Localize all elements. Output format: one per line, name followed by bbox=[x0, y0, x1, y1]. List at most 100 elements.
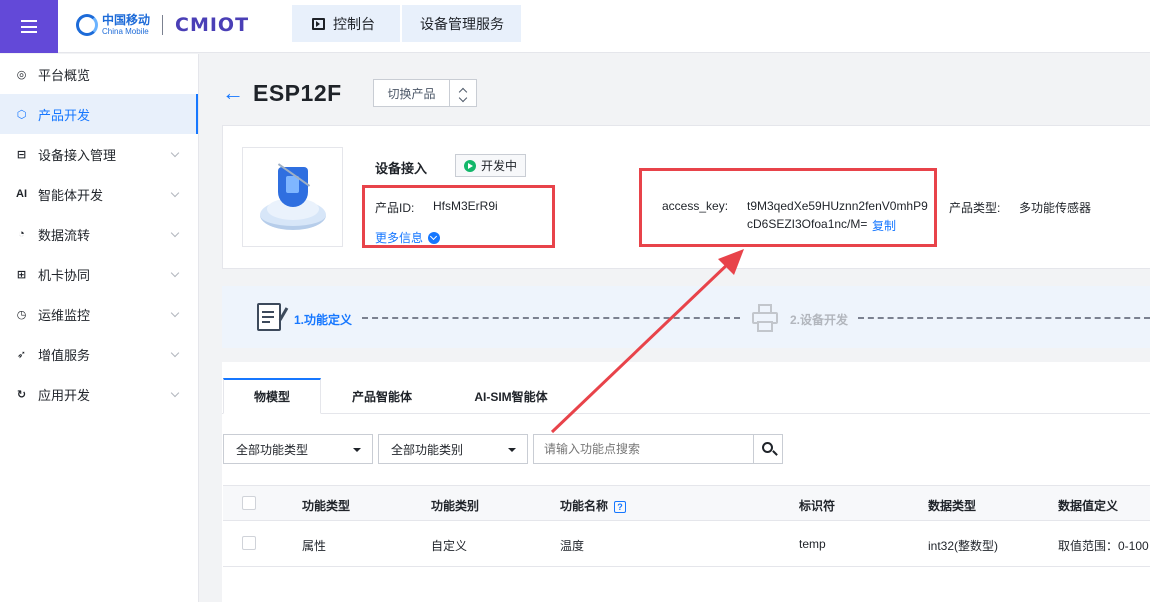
select-value: 全部功能类型 bbox=[236, 442, 309, 457]
sidebar-item-label: 平台概览 bbox=[38, 67, 91, 83]
column-header-function-name: 功能名称? bbox=[560, 497, 627, 514]
sidebar-item-label: 运维监控 bbox=[38, 307, 91, 323]
tab-ai-sim-agent[interactable]: AI-SIM智能体 bbox=[450, 378, 572, 414]
play-status-icon bbox=[464, 159, 476, 172]
logo[interactable]: 中国移动 China Mobile CMIOT bbox=[76, 10, 249, 40]
sidebar-item-label: 智能体开发 bbox=[38, 187, 104, 203]
sidebar-item-device-access[interactable]: ⊟ 设备接入管理 bbox=[0, 134, 198, 174]
breadcrumb-console[interactable]: 控制台 bbox=[292, 5, 400, 42]
sidebar-item-app-dev[interactable]: ↻ 应用开发 bbox=[0, 374, 198, 414]
sidebar-item-label: 产品开发 bbox=[38, 107, 91, 123]
column-header-function-category[interactable]: 功能类别 bbox=[431, 497, 479, 514]
chevron-down-icon bbox=[170, 148, 180, 158]
table-row[interactable] bbox=[223, 521, 1150, 567]
product-name: ESP12F bbox=[253, 80, 342, 106]
chevron-down-icon bbox=[170, 188, 180, 198]
column-header-data-type[interactable]: 数据类型 bbox=[928, 497, 976, 514]
sidebar-item-data-flow[interactable]: ◔ 数据流转 bbox=[0, 214, 198, 254]
breadcrumb-label: 设备管理服务 bbox=[420, 15, 504, 32]
chevron-down-icon bbox=[170, 268, 180, 278]
function-search-input[interactable] bbox=[533, 434, 754, 464]
back-arrow-icon[interactable]: ← bbox=[222, 82, 244, 104]
tab-thing-model[interactable]: 物模型 bbox=[223, 378, 321, 414]
help-icon[interactable]: ? bbox=[614, 500, 627, 513]
column-header-function-type[interactable]: 功能类型 bbox=[302, 497, 350, 514]
sidebar-item-ops-monitor[interactable]: ◷ 运维监控 bbox=[0, 294, 198, 334]
sidebar-item-label: 数据流转 bbox=[38, 227, 91, 243]
printer-icon bbox=[752, 304, 778, 332]
logo-en: China Mobile bbox=[102, 27, 149, 36]
caret-down-icon bbox=[353, 448, 361, 452]
cube-icon: ⬡ bbox=[16, 108, 27, 121]
app-dev-icon: ↻ bbox=[16, 388, 27, 401]
tab-label: 产品智能体 bbox=[351, 389, 412, 404]
sidebar-item-label: 增值服务 bbox=[38, 347, 91, 363]
search-button[interactable] bbox=[753, 434, 783, 464]
console-icon bbox=[312, 17, 325, 30]
platform-icon: ◎ bbox=[16, 68, 27, 81]
chevron-down-icon bbox=[170, 348, 180, 358]
cmiot-logo: CMIOT bbox=[175, 14, 250, 36]
step-function-definition[interactable]: 1.功能定义 bbox=[294, 311, 352, 328]
row-checkbox[interactable] bbox=[242, 536, 256, 550]
highlight-box-access-key bbox=[639, 168, 937, 247]
column-header-value-definition[interactable]: 数据值定义 bbox=[1058, 497, 1118, 514]
monitor-icon: ◷ bbox=[16, 308, 27, 321]
sidebar-item-label: 应用开发 bbox=[38, 387, 91, 403]
china-mobile-swirl-icon bbox=[76, 14, 98, 36]
chevron-down-icon bbox=[170, 388, 180, 398]
product-type-value: 多功能传感器 bbox=[1019, 201, 1092, 215]
chevron-down-icon bbox=[170, 228, 180, 238]
sidebar-item-ai-dev[interactable]: AI 智能体开发 bbox=[0, 174, 198, 214]
sidebar-item-product-dev[interactable]: ⬡ 产品开发 bbox=[0, 94, 198, 134]
edit-document-icon bbox=[257, 303, 281, 331]
cell-value-definition: 取值范围：0-100 bbox=[1058, 539, 1149, 553]
select-all-checkbox[interactable] bbox=[242, 496, 256, 510]
logo-divider bbox=[162, 15, 164, 35]
tab-product-agent[interactable]: 产品智能体 bbox=[331, 378, 433, 414]
breadcrumb-label: 控制台 bbox=[333, 15, 375, 32]
cell-function-name: 温度 bbox=[560, 539, 585, 553]
cell-function-type: 属性 bbox=[302, 539, 327, 553]
switch-product-button[interactable]: 切换产品 bbox=[373, 79, 477, 107]
ai-icon: AI bbox=[16, 188, 27, 200]
cell-data-type: int32(整数型) bbox=[928, 539, 999, 553]
tab-label: 物模型 bbox=[253, 390, 290, 404]
step-connector bbox=[858, 317, 1150, 319]
function-category-select[interactable]: 全部功能类别 bbox=[378, 434, 528, 464]
caret-down-icon bbox=[508, 448, 516, 452]
step-connector bbox=[362, 317, 740, 319]
column-header-identifier[interactable]: 标识符 bbox=[799, 497, 835, 514]
sidebar-item-platform-overview[interactable]: ◎ 平台概览 bbox=[0, 54, 198, 94]
cell-function-category: 自定义 bbox=[431, 539, 468, 553]
switch-product-label: 切换产品 bbox=[374, 80, 450, 106]
hamburger-icon bbox=[21, 20, 37, 33]
card-sync-icon: ⊞ bbox=[16, 268, 27, 281]
logo-cn: 中国移动 bbox=[102, 13, 151, 27]
value-added-icon: ➶ bbox=[16, 348, 27, 361]
highlight-box-product-id bbox=[362, 185, 555, 248]
step-device-development[interactable]: 2.设备开发 bbox=[790, 311, 848, 328]
column-header-label[interactable]: 功能名称 bbox=[560, 499, 608, 513]
table-header bbox=[223, 485, 1150, 521]
product-image bbox=[242, 147, 343, 247]
china-mobile-logo: 中国移动 China Mobile bbox=[76, 14, 150, 36]
sidebar-item-label: 机卡协同 bbox=[38, 267, 91, 283]
tab-label: AI-SIM智能体 bbox=[474, 389, 548, 404]
sidebar-item-value-added[interactable]: ➶ 增值服务 bbox=[0, 334, 198, 374]
product-type-label: 产品类型: bbox=[949, 201, 1001, 215]
sidebar: ◎ 平台概览 ⬡ 产品开发 ⊟ 设备接入管理 AI 智能体开发 ◔ 数据流转 ⊞… bbox=[0, 54, 199, 602]
select-value: 全部功能类别 bbox=[391, 442, 464, 457]
sidebar-item-card-sync[interactable]: ⊞ 机卡协同 bbox=[0, 254, 198, 294]
device-access-label: 设备接入 bbox=[375, 161, 428, 176]
top-bar: 中国移动 China Mobile CMIOT 控制台 设备管理服务 bbox=[0, 0, 1150, 53]
data-flow-icon: ◔ bbox=[18, 228, 25, 240]
status-badge: 开发中 bbox=[455, 154, 526, 177]
function-type-select[interactable]: 全部功能类型 bbox=[223, 434, 373, 464]
status-text: 开发中 bbox=[481, 159, 518, 173]
up-down-arrow-icon bbox=[450, 80, 476, 106]
device-access-icon: ⊟ bbox=[16, 148, 27, 161]
sidebar-item-label: 设备接入管理 bbox=[38, 147, 117, 163]
breadcrumb-device-service[interactable]: 设备管理服务 bbox=[402, 5, 521, 42]
menu-toggle-button[interactable] bbox=[0, 0, 58, 53]
